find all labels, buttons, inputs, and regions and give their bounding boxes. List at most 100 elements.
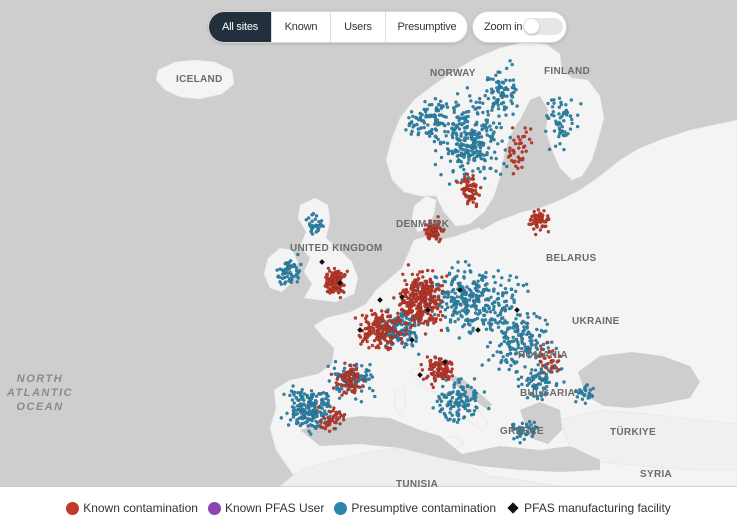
site-dot: [433, 356, 438, 360]
site-dot: [316, 405, 321, 409]
site-dot: [313, 408, 318, 412]
site-dot: [288, 418, 293, 422]
site-dot: [513, 289, 518, 294]
site-dot: [511, 335, 515, 340]
site-dot: [474, 150, 478, 154]
site-dot: [437, 239, 441, 244]
site-dot: [422, 107, 426, 112]
site-dot: [285, 411, 289, 416]
site-dot: [403, 309, 408, 314]
site-dot: [401, 272, 405, 277]
site-dot: [369, 308, 374, 313]
site-dot: [363, 326, 368, 331]
site-dot: [558, 128, 562, 133]
site-dot: [517, 146, 521, 150]
site-dot: [496, 291, 500, 296]
site-dot: [445, 326, 450, 331]
site-dot: [504, 290, 509, 295]
site-dot: [433, 148, 438, 153]
zoom-toggle[interactable]: [523, 18, 563, 35]
site-dot: [467, 157, 471, 162]
site-dot: [440, 313, 445, 318]
site-dot: [472, 408, 477, 413]
site-dot: [544, 224, 548, 228]
tab-all-sites[interactable]: All sites: [209, 12, 272, 42]
site-dot: [456, 378, 461, 382]
site-dot: [491, 289, 496, 293]
tab-users[interactable]: Users: [331, 12, 386, 42]
site-dot: [557, 367, 561, 372]
site-dot: [413, 333, 418, 338]
site-dot: [431, 114, 435, 119]
site-dot: [544, 129, 548, 134]
site-dot: [444, 134, 448, 138]
site-dot: [481, 143, 486, 147]
site-dot: [446, 122, 451, 126]
site-dot: [418, 270, 422, 274]
site-dot: [320, 406, 324, 411]
site-dot: [311, 403, 316, 408]
site-dot: [338, 412, 342, 416]
site-dot: [473, 185, 478, 189]
site-dot: [337, 374, 342, 379]
site-dot: [434, 105, 439, 110]
site-dot: [382, 319, 387, 324]
site-dot: [431, 385, 436, 390]
site-dot: [455, 92, 460, 96]
label-finland: FINLAND: [544, 66, 590, 77]
site-dot: [483, 176, 487, 181]
site-dot: [489, 156, 494, 160]
site-dot: [291, 263, 296, 267]
site-dot: [451, 122, 456, 127]
site-dot: [439, 361, 443, 366]
site-dot: [288, 259, 293, 263]
site-dot: [477, 96, 482, 101]
site-dot: [430, 309, 434, 314]
site-dot: [445, 374, 450, 378]
site-dot: [462, 191, 466, 196]
site-dot: [456, 103, 461, 107]
tab-known[interactable]: Known: [272, 12, 331, 42]
site-dot: [353, 376, 357, 381]
site-dot: [370, 331, 374, 335]
site-dot: [462, 172, 467, 177]
site-dot: [471, 104, 475, 109]
site-dot: [502, 105, 507, 109]
site-dot: [414, 339, 418, 344]
site-dot: [528, 127, 533, 131]
site-dot: [420, 288, 425, 293]
site-dot: [407, 115, 411, 120]
europe-map[interactable]: ICELAND NORWAY FINLAND DENMARK UNITED KI…: [0, 0, 737, 487]
site-dot: [299, 397, 303, 401]
site-dot: [546, 361, 550, 366]
site-dot: [283, 282, 287, 286]
site-dot: [516, 333, 521, 338]
site-dot: [545, 214, 550, 218]
site-dot: [426, 123, 430, 127]
site-dot: [402, 322, 407, 326]
site-dot: [482, 153, 486, 158]
site-dot: [432, 139, 437, 144]
site-dot: [497, 114, 501, 118]
site-dot: [300, 387, 304, 392]
zoom-toggle-knob[interactable]: [524, 19, 539, 34]
site-dot: [502, 299, 507, 304]
site-dot: [286, 423, 291, 427]
site-dot: [434, 236, 439, 241]
site-dot: [562, 118, 566, 123]
site-dot: [512, 138, 516, 143]
site-dot: [458, 116, 463, 121]
site-dot: [443, 280, 448, 284]
site-dot: [429, 382, 434, 387]
site-dot: [492, 150, 497, 154]
tab-presumptive[interactable]: Presumptive: [386, 12, 467, 42]
site-dot: [455, 295, 460, 299]
site-dot: [432, 312, 437, 317]
site-dot: [460, 399, 465, 404]
site-dot: [333, 284, 338, 288]
site-dot: [361, 384, 365, 388]
site-dot: [469, 99, 473, 103]
site-dot: [531, 221, 535, 226]
site-dot: [557, 96, 562, 100]
site-dot: [406, 263, 411, 267]
